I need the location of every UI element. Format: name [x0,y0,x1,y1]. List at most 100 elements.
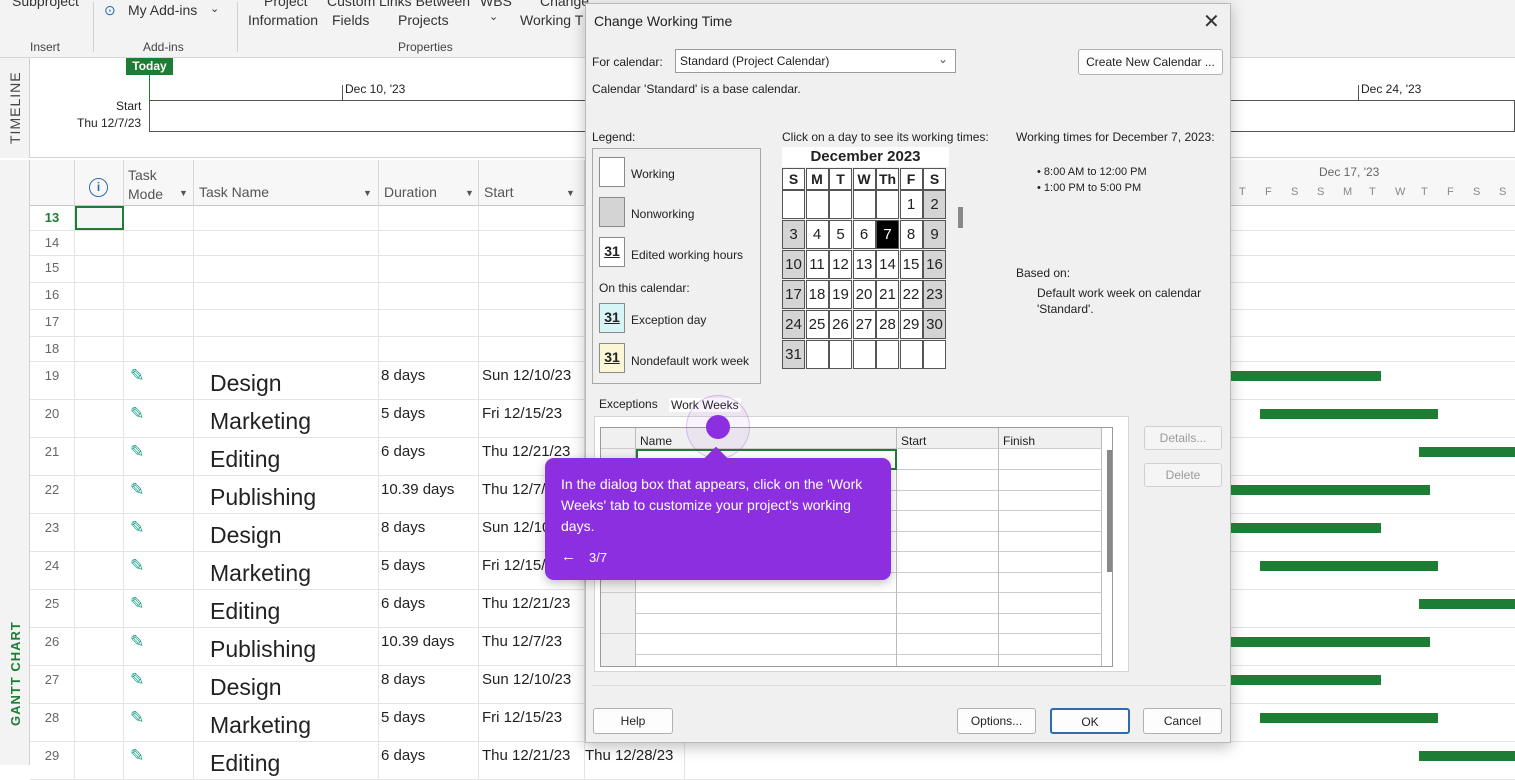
tab-exceptions[interactable]: Exceptions [599,397,658,411]
grid-row-header[interactable] [601,654,636,666]
calendar-day[interactable]: 16 [923,250,946,279]
options-button[interactable]: Options... [957,708,1036,734]
task-name-cell[interactable]: Publishing [194,476,379,513]
task-mode-cell[interactable]: ✎ [124,514,194,551]
duration-cell[interactable]: 8 days [379,514,479,551]
gantt-bar[interactable] [1419,447,1515,457]
header-start[interactable]: Start ▼ [479,160,585,206]
grid-cell[interactable] [999,510,1102,532]
task-name-cell[interactable]: Marketing [194,552,379,589]
chevron-down-icon[interactable]: ⌄ [489,10,498,23]
calendar-day[interactable] [923,340,946,369]
gantt-bar[interactable] [1231,485,1430,495]
duration-cell[interactable]: 6 days [379,742,479,779]
grid-cell[interactable] [897,572,999,593]
custom-fields-label[interactable]: Custom [327,0,375,9]
calendar-day[interactable]: 11 [805,250,829,279]
start-cell[interactable]: Sun 12/10/23 [479,362,585,399]
header-select-all[interactable] [30,160,75,206]
duration-cell[interactable]: 6 days [379,438,479,475]
row-id[interactable]: 19 [30,362,75,399]
calendar-day[interactable] [829,340,852,369]
help-button[interactable]: Help [593,708,673,734]
grid-cell[interactable] [897,449,999,470]
task-mode-cell[interactable]: ✎ [124,666,194,703]
duration-cell[interactable]: 5 days [379,552,479,589]
duration-cell[interactable]: 10.39 days [379,476,479,513]
calendar-day[interactable]: 1 [899,190,923,219]
links-button[interactable]: Projects [398,12,449,28]
grid-cell[interactable] [897,510,999,532]
duration-cell[interactable]: 8 days [379,666,479,703]
grid-cell[interactable] [999,592,1102,614]
task-name-cell[interactable]: Design [194,514,379,551]
indicator-cell[interactable] [75,310,124,336]
row-id[interactable]: 22 [30,476,75,513]
delete-button[interactable]: Delete [1144,463,1222,487]
start-cell[interactable]: Sun 12/10/23 [479,666,585,703]
task-name-cell[interactable]: Design [194,362,379,399]
row-id[interactable]: 15 [30,256,75,282]
start-cell[interactable] [479,231,585,255]
task-mode-cell[interactable]: ✎ [124,704,194,741]
calendar-day[interactable] [876,340,899,369]
calendar-day[interactable] [876,190,899,219]
row-id[interactable]: 24 [30,552,75,589]
task-mode-cell[interactable]: ✎ [124,362,194,399]
indicator-cell[interactable] [75,514,124,551]
start-cell[interactable] [479,310,585,336]
cancel-button[interactable]: Cancel [1143,708,1222,734]
duration-cell[interactable] [379,337,479,361]
calendar-day[interactable]: 5 [829,220,852,249]
duration-cell[interactable]: 8 days [379,362,479,399]
grid-cell[interactable] [999,551,1102,573]
indicator-cell[interactable] [75,476,124,513]
row-id[interactable]: 21 [30,438,75,475]
chevron-down-icon[interactable]: ⌄ [210,2,219,15]
start-cell[interactable]: Thu 12/21/23 [479,742,585,779]
calendar-day[interactable]: 22 [899,280,923,309]
gantt-bar[interactable] [1231,523,1381,533]
dropdown-arrow-icon[interactable]: ▼ [363,188,372,198]
calendar-day[interactable]: 12 [829,250,852,279]
gantt-bar[interactable] [1231,637,1430,647]
calendar-day[interactable]: 30 [923,310,946,339]
grid-cell[interactable] [999,572,1102,593]
indicator-cell[interactable] [75,666,124,703]
calendar-day[interactable] [805,340,829,369]
task-name-cell[interactable] [194,231,379,255]
grid-cell[interactable] [897,654,999,666]
calendar-day[interactable]: 10 [782,250,805,279]
duration-cell[interactable]: 5 days [379,400,479,437]
row-id[interactable]: 20 [30,400,75,437]
start-cell[interactable] [479,283,585,309]
task-mode-cell[interactable] [124,283,194,309]
calendar-day[interactable]: 25 [805,310,829,339]
header-indicators[interactable]: i [75,160,124,206]
grid-cell[interactable] [999,469,1102,491]
indicator-cell[interactable] [75,438,124,475]
indicator-cell[interactable] [75,206,124,230]
start-cell[interactable] [479,206,585,230]
task-mode-cell[interactable]: ✎ [124,628,194,665]
row-id[interactable]: 17 [30,310,75,336]
indicator-cell[interactable] [75,256,124,282]
task-mode-cell[interactable]: ✎ [124,552,194,589]
start-cell[interactable] [479,256,585,282]
grid-cell[interactable] [999,490,1102,511]
grid-cell[interactable] [897,490,999,511]
start-cell[interactable] [479,337,585,361]
duration-cell[interactable]: 5 days [379,704,479,741]
task-name-cell[interactable]: Editing [194,590,379,627]
calendar-day[interactable]: 20 [852,280,876,309]
finish-cell[interactable]: Thu 12/28/23 [585,742,685,779]
grid-cell[interactable] [897,613,999,634]
start-cell[interactable]: Thu 12/21/23 [479,590,585,627]
indicator-cell[interactable] [75,742,124,779]
dropdown-arrow-icon[interactable]: ▼ [566,188,575,198]
dropdown-arrow-icon[interactable]: ▼ [465,188,474,198]
indicator-cell[interactable] [75,552,124,589]
start-cell[interactable]: Fri 12/15/23 [479,704,585,741]
grid-cell[interactable] [999,531,1102,552]
calendar-day[interactable]: 18 [805,280,829,309]
